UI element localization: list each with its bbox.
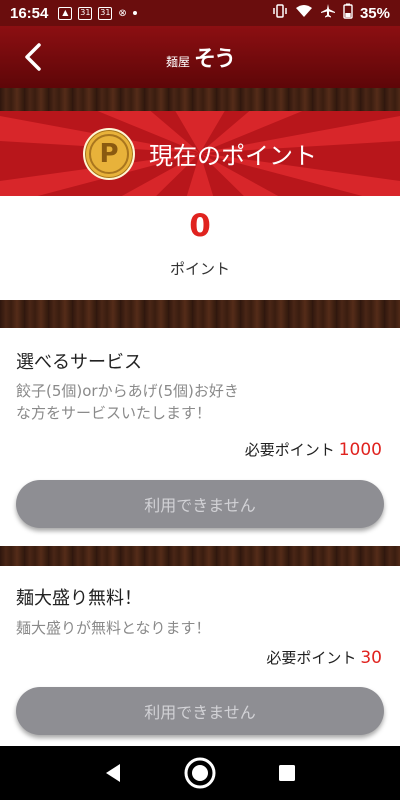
wood-divider	[0, 546, 400, 566]
service-description-line: 餃子(5個)orからあげ(5個)お好き	[16, 382, 239, 400]
triangle-back-icon	[106, 764, 121, 782]
wifi-icon	[295, 4, 313, 22]
required-points-value: 1000	[338, 440, 382, 460]
nav-recents-button[interactable]	[267, 753, 307, 793]
service-description: 麺大盛りが無料となります！	[16, 617, 386, 639]
required-points-label: 必要ポイント	[244, 441, 335, 459]
service-card: 麺大盛り無料！ 麺大盛りが無料となります！ 必要ポイント 30 利用できません	[0, 566, 400, 746]
required-points: 必要ポイント 1000	[245, 439, 382, 460]
more-notifications-icon	[132, 11, 137, 15]
chevron-left-icon	[25, 43, 41, 71]
circle-home-icon	[184, 757, 216, 789]
wood-divider	[0, 88, 400, 111]
service-title: 選べるサービス	[16, 352, 142, 373]
points-value: 0	[189, 208, 211, 244]
service-card: 選べるサービス 餃子(5個)orからあげ(5個)お好き な方をサービスいたします…	[0, 328, 400, 546]
no-data-icon: ⊗	[118, 7, 127, 19]
point-coin-icon: P	[83, 127, 135, 180]
vibrate-icon	[272, 4, 288, 22]
logo-small-text: 麺屋	[165, 55, 190, 69]
required-points-label: 必要ポイント	[266, 649, 357, 667]
service-description: 餃子(5個)orからあげ(5個)お好き な方をサービスいたします！	[16, 380, 386, 424]
logo-main-text: そう	[194, 46, 236, 72]
service-description-line: な方をサービスいたします！	[16, 404, 212, 422]
back-button[interactable]	[16, 40, 50, 74]
service-title: 麺大盛り無料！	[16, 588, 142, 609]
nav-back-button[interactable]	[93, 753, 133, 793]
image-notification-icon: ▲	[58, 6, 73, 20]
shop-logo: 麺屋 そう	[165, 41, 236, 73]
wood-divider	[0, 300, 400, 328]
battery-percent: 35%	[359, 4, 390, 22]
system-nav-bar	[0, 746, 400, 800]
required-points-value: 30	[360, 648, 382, 668]
status-bar: 16:54 ▲ 31 31 ⊗ 35%	[0, 0, 400, 26]
use-service-button[interactable]: 利用できません	[16, 480, 384, 528]
airplane-icon	[320, 3, 336, 23]
coin-letter: P	[89, 133, 129, 174]
service-description-line: 麺大盛りが無料となります！	[16, 619, 211, 637]
calendar-notification-icon: 31	[78, 6, 93, 20]
calendar-notification-icon-2: 31	[98, 6, 113, 20]
status-time: 16:54	[10, 4, 49, 22]
required-points: 必要ポイント 30	[266, 647, 382, 668]
notification-icons: ▲ 31 31 ⊗	[58, 6, 137, 20]
nav-home-button[interactable]	[180, 753, 220, 793]
current-points-panel: 0 ポイント	[0, 196, 400, 300]
square-recents-icon	[278, 765, 295, 781]
use-service-button[interactable]: 利用できません	[16, 687, 384, 735]
points-banner-title: 現在のポイント	[149, 142, 317, 170]
points-unit: ポイント	[169, 260, 230, 278]
battery-icon	[343, 3, 353, 23]
points-banner: P 現在のポイント	[0, 111, 400, 196]
app-header: 麺屋 そう	[0, 26, 400, 88]
